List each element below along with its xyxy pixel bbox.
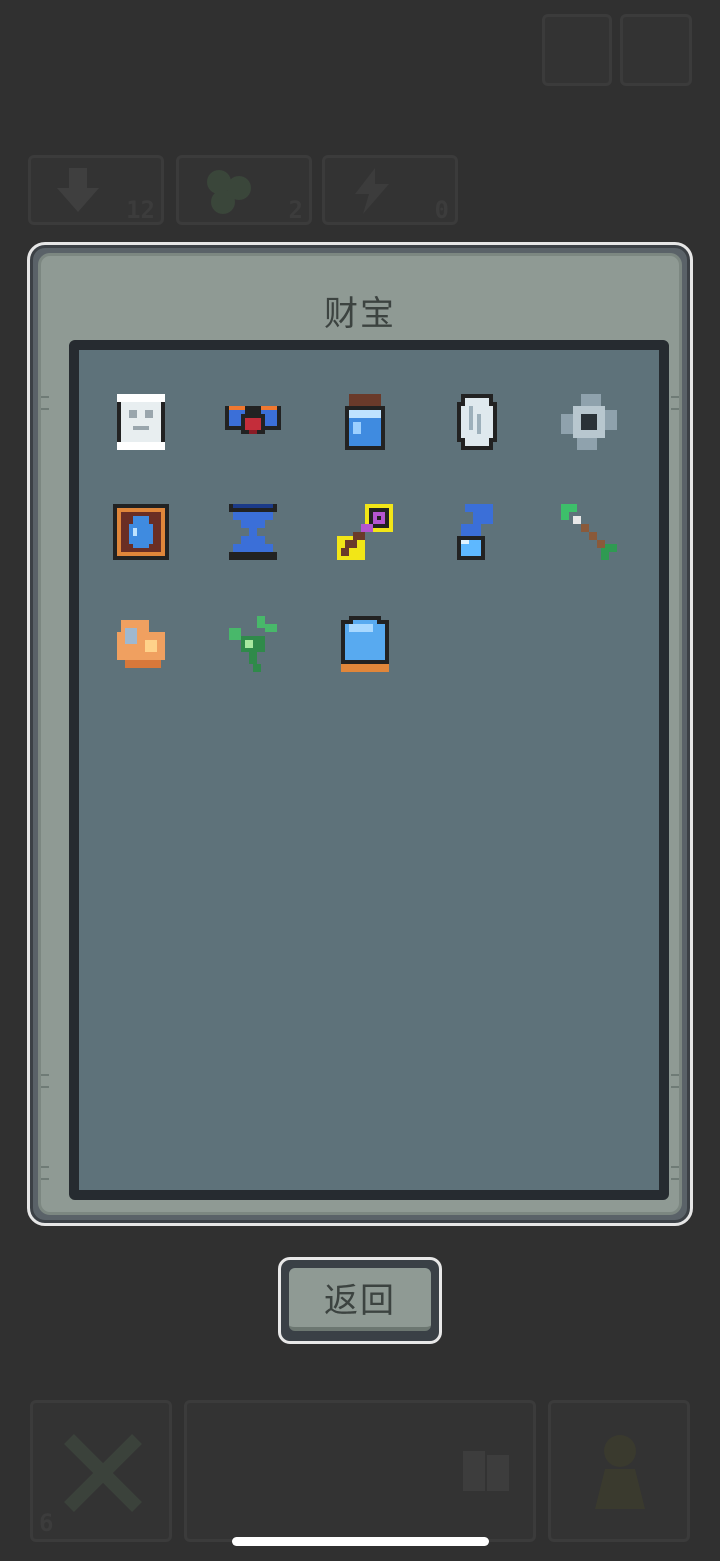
dialog-title: 财宝 [324, 294, 396, 334]
bottom-right-button[interactable] [548, 1400, 690, 1542]
counter-value: 0 [434, 196, 449, 224]
treasure-dialog: 财宝 [27, 242, 693, 1226]
green-arrow-icon[interactable] [557, 500, 621, 564]
pawn-icon [585, 1429, 655, 1523]
frame-rail [671, 396, 679, 410]
gear-shuriken-icon[interactable] [557, 390, 621, 454]
frame-rail [41, 1074, 49, 1088]
counter-lightning: 0 [322, 155, 458, 225]
lightning-icon [345, 166, 405, 220]
counter-value: 12 [126, 196, 155, 224]
crystal-ball-icon[interactable] [333, 612, 397, 676]
frame-rail [671, 1166, 679, 1180]
scroll-icon[interactable] [109, 390, 173, 454]
menu-button-2[interactable] [620, 14, 692, 86]
frame-rail [671, 1074, 679, 1088]
arrow-down-icon [51, 166, 111, 220]
mirror-icon[interactable] [445, 390, 509, 454]
water-tome-icon[interactable] [109, 500, 173, 564]
blue-flask-icon[interactable] [445, 500, 509, 564]
clover-icon [199, 166, 259, 220]
frame-rail [41, 396, 49, 410]
green-sprout-icon[interactable] [221, 612, 285, 676]
menu-button-1[interactable] [542, 14, 612, 86]
bottom-center-panel[interactable] [184, 1400, 536, 1542]
dialog-panel: 财宝 [38, 253, 682, 1215]
hourglass-icon[interactable] [221, 500, 285, 564]
orange-shell-icon[interactable] [109, 612, 173, 676]
counter-value: 2 [288, 196, 303, 224]
winged-gem-icon[interactable] [221, 390, 285, 454]
magic-key-icon[interactable] [333, 500, 397, 564]
back-button-label: 返回 [289, 1268, 431, 1331]
card-icon [457, 1447, 517, 1501]
game-screen: 12 2 0 6 财宝 返回 [0, 0, 720, 1561]
counter-value: 6 [39, 1509, 54, 1537]
counter-arrow-down: 12 [28, 155, 164, 225]
frame-rail [41, 1166, 49, 1180]
counter-clover: 2 [176, 155, 312, 225]
bottom-left-button[interactable]: 6 [30, 1400, 172, 1542]
treasure-grid [69, 340, 669, 1200]
potion-jar-icon[interactable] [333, 390, 397, 454]
home-indicator[interactable] [232, 1537, 489, 1546]
crossed-swords-icon [61, 1431, 145, 1519]
back-button[interactable]: 返回 [278, 1257, 442, 1344]
